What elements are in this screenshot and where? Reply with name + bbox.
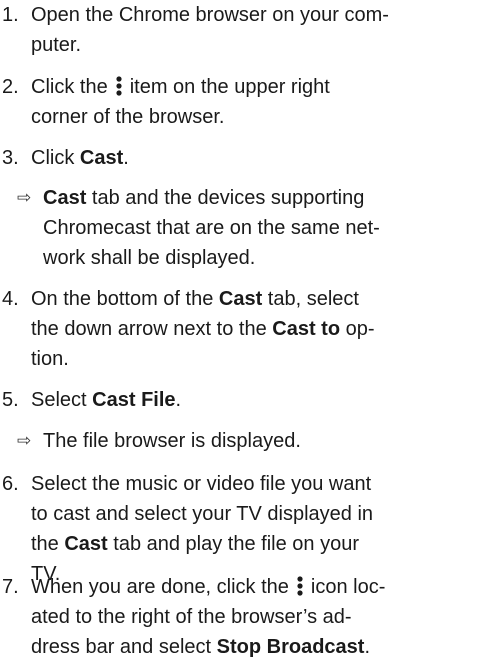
step-text: .	[123, 147, 129, 169]
result-arrow-icon: ⇨	[17, 431, 32, 451]
step-text: Click the	[31, 76, 108, 98]
step-text-line: tion.	[31, 348, 69, 370]
result-text-line: work shall be displayed.	[43, 247, 256, 269]
result-text: tab and the devices supporting	[86, 187, 365, 209]
ui-label-cast: Cast	[64, 533, 108, 555]
kebab-menu-icon	[297, 576, 303, 596]
step-text-line: Select Cast File.	[31, 385, 473, 415]
ui-label-cast-to: Cast to	[272, 318, 341, 340]
step-text: Click	[31, 147, 80, 169]
step-text-line: Select the music or video file you want	[31, 473, 372, 495]
ui-label-cast: Cast	[43, 187, 87, 209]
step-number: 7.	[2, 576, 19, 598]
step-text: the	[31, 533, 65, 555]
step-text-line: Click Cast.	[31, 143, 473, 173]
step-text-line: Open the Chrome browser on your com-	[31, 4, 389, 26]
step-text-line: puter.	[31, 34, 82, 56]
step-text-line: Click the item on the upper right	[31, 72, 473, 102]
step-number: 4.	[2, 288, 19, 310]
kebab-menu-icon	[116, 76, 122, 96]
step-number: 3.	[2, 147, 19, 169]
step-text: the down arrow next to the	[31, 318, 273, 340]
step-text-line: the Cast tab and play the file on your	[31, 529, 473, 559]
step-text: dress bar and select	[31, 636, 217, 658]
ui-label-cast-file: Cast File	[92, 389, 176, 411]
step-text-line: to cast and select your TV displayed in	[31, 503, 374, 525]
ui-label-cast: Cast	[218, 288, 263, 310]
step-text: .	[175, 389, 182, 411]
step-text-line: the down arrow next to the Cast to op-	[31, 314, 473, 344]
result-arrow-icon: ⇨	[17, 188, 32, 208]
step-text: tab and play the file on your	[107, 533, 359, 555]
step-text: icon loc-	[310, 576, 386, 598]
step-text-line: corner of the browser.	[31, 106, 225, 128]
step-text-line: ated to the right of the browser’s ad-	[31, 606, 352, 628]
ui-label-cast: Cast	[79, 147, 124, 169]
result-text-line: Chromecast that are on the same net-	[43, 217, 380, 239]
step-text-line: On the bottom of the Cast tab, select	[31, 284, 473, 314]
step-number: 5.	[2, 389, 19, 411]
step-number: 2.	[2, 76, 19, 98]
result-text-line: The file browser is displayed.	[43, 430, 301, 452]
step-text-line: When you are done, click the icon loc-	[31, 572, 473, 602]
result-text-line: Cast tab and the devices supporting	[43, 183, 473, 213]
step-text: .	[364, 636, 371, 658]
step-number: 6.	[2, 473, 19, 495]
step-text: Select	[31, 389, 93, 411]
step-text: tab, select	[262, 288, 359, 310]
step-text: op-	[340, 318, 375, 340]
ui-label-stop-broadcast: Stop Broadcast	[216, 636, 365, 658]
step-text: item on the upper right	[129, 76, 330, 98]
instructions-page: 1. Open the Chrome browser on your com- …	[0, 0, 479, 670]
step-text: When you are done, click the	[31, 576, 289, 598]
step-text: On the bottom of the	[31, 288, 219, 310]
step-text-line: dress bar and select Stop Broadcast.	[31, 632, 473, 662]
step-number: 1.	[2, 4, 19, 26]
